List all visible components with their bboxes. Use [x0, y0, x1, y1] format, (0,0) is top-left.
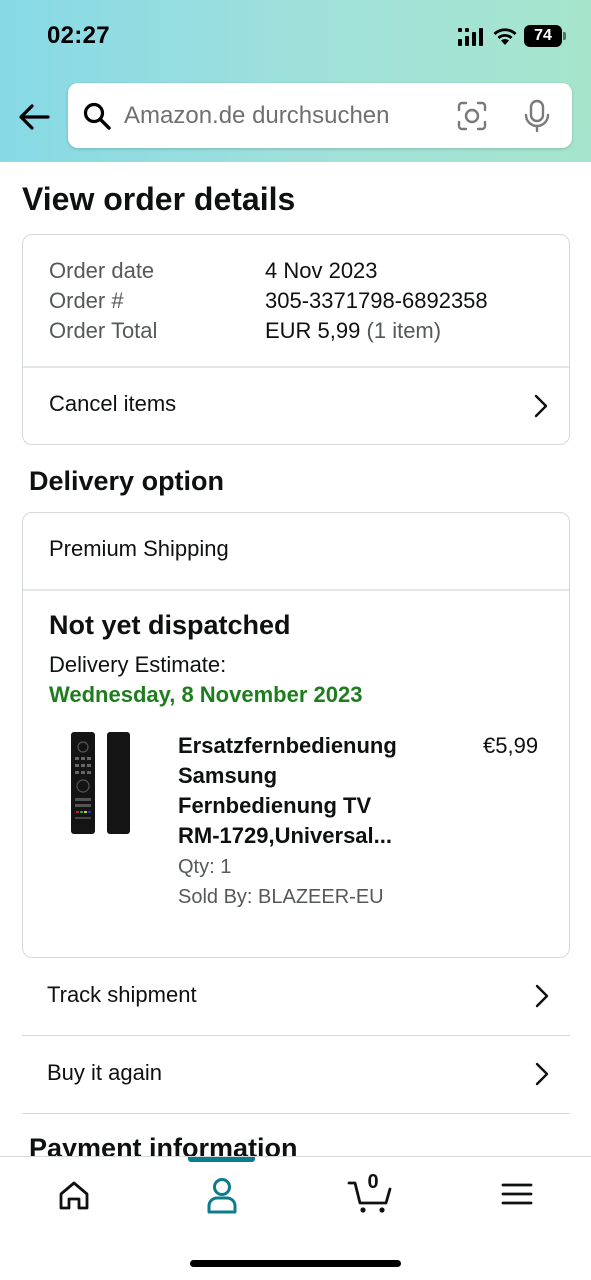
buy-it-again-row[interactable]: Buy it again	[22, 1037, 570, 1114]
order-total-items: (1 item)	[366, 318, 442, 343]
cart-button[interactable]: 0	[346, 1171, 394, 1215]
track-shipment-label: Track shipment	[47, 982, 197, 1007]
order-date-value: 4 Nov 2023	[265, 258, 378, 283]
search-icon	[83, 102, 111, 130]
cart-count: 0	[367, 1171, 379, 1193]
page-title: View order details	[22, 181, 296, 217]
product-quantity: Qty: 1	[178, 856, 232, 878]
chevron-right-icon	[534, 394, 548, 418]
dispatch-status: Not yet dispatched	[49, 610, 291, 640]
chevron-right-icon	[535, 984, 549, 1008]
camera-scan-icon[interactable]	[456, 100, 488, 132]
account-icon[interactable]	[198, 1175, 246, 1215]
track-shipment-row[interactable]: Track shipment	[22, 959, 570, 1036]
battery-tip	[563, 32, 566, 40]
home-icon[interactable]	[50, 1175, 98, 1215]
buy-it-again-label: Buy it again	[47, 1060, 162, 1085]
shipping-method: Premium Shipping	[49, 536, 229, 561]
order-total-amount: EUR 5,99	[265, 318, 361, 343]
battery-icon: 74	[524, 25, 562, 47]
order-number-value: 305-3371798-6892358	[265, 288, 488, 313]
order-summary-card: Order date 4 Nov 2023 Order # 305-337179…	[22, 234, 570, 445]
product-title[interactable]: Ersatzfernbedienung Samsung Fernbedienun…	[178, 731, 418, 851]
row-divider	[22, 1034, 570, 1036]
chevron-right-icon	[535, 1062, 549, 1086]
active-tab-indicator	[188, 1157, 255, 1162]
home-indicator	[190, 1260, 401, 1267]
product-price: €5,99	[483, 733, 539, 758]
status-time: 02:27	[47, 22, 110, 49]
status-bar: 02:27 74	[0, 0, 591, 70]
delivery-estimate-label: Delivery Estimate:	[49, 652, 227, 677]
signal-icon	[458, 28, 483, 46]
delivery-card: Premium Shipping Not yet dispatched Deli…	[22, 512, 570, 958]
order-number-label: Order #	[49, 288, 124, 313]
app-header: 02:27 74	[0, 0, 591, 162]
search-bar[interactable]	[68, 83, 572, 148]
order-total-value: EUR 5,99 (1 item)	[265, 318, 441, 344]
back-arrow-icon[interactable]	[14, 98, 54, 136]
delivery-divider	[23, 589, 569, 591]
wifi-icon	[493, 28, 517, 45]
order-date-label: Order date	[49, 258, 155, 283]
search-input[interactable]	[124, 95, 444, 137]
menu-icon[interactable]	[493, 1175, 541, 1215]
delivery-estimate-date: Wednesday, 8 November 2023	[49, 682, 363, 707]
delivery-section-title: Delivery option	[29, 466, 225, 496]
cancel-items-label: Cancel items	[49, 391, 177, 416]
cancel-items-row[interactable]: Cancel items	[23, 368, 569, 444]
product-seller: Sold By: BLAZEER-EU	[178, 886, 384, 908]
product-image[interactable]	[69, 731, 133, 835]
battery-level: 74	[534, 27, 552, 44]
row-divider	[22, 1112, 570, 1114]
order-total-label: Order Total	[49, 318, 158, 343]
microphone-icon[interactable]	[522, 99, 552, 133]
